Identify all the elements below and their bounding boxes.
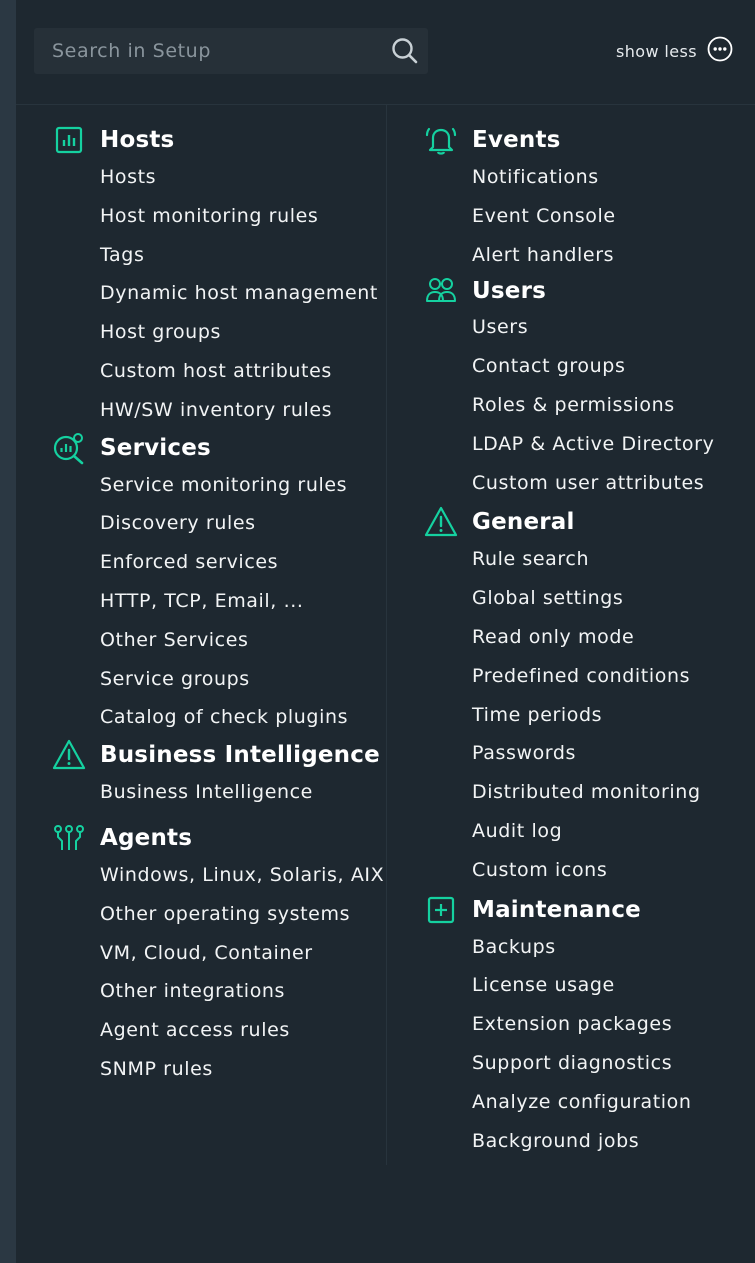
menu-item-vm-cloud-container[interactable]: VM, Cloud, Container bbox=[52, 934, 386, 973]
menu-item-background-jobs[interactable]: Background jobs bbox=[424, 1122, 755, 1161]
section-title: Agents bbox=[100, 824, 193, 851]
section-title: Users bbox=[472, 278, 546, 305]
menu-item-host-monitoring-rules[interactable]: Host monitoring rules bbox=[52, 197, 386, 236]
show-less-label: show less bbox=[616, 41, 697, 61]
section-title: Maintenance bbox=[472, 896, 641, 923]
setup-search-bar: show less bbox=[16, 0, 755, 105]
menu-item-tags[interactable]: Tags bbox=[52, 236, 386, 275]
menu-item-predefined-conditions[interactable]: Predefined conditions bbox=[424, 657, 755, 696]
section-events: Events Notifications Event Console Alert… bbox=[424, 122, 755, 274]
menu-item-host-groups[interactable]: Host groups bbox=[52, 313, 386, 352]
menu-item-hw-sw-inventory-rules[interactable]: HW/SW inventory rules bbox=[52, 391, 386, 430]
section-general: General Rule search Global settings Read… bbox=[424, 504, 755, 889]
menu-item-users[interactable]: Users bbox=[424, 308, 755, 347]
menu-item-rule-search[interactable]: Rule search bbox=[424, 540, 755, 579]
hosts-icon bbox=[52, 123, 86, 157]
section-title: Hosts bbox=[100, 127, 175, 153]
section-header: Maintenance bbox=[424, 892, 755, 928]
menu-item-service-groups[interactable]: Service groups bbox=[52, 660, 386, 699]
menu-item-windows-linux-solaris-aix[interactable]: Windows, Linux, Solaris, AIX bbox=[52, 856, 386, 895]
menu-item-ldap-active-directory[interactable]: LDAP & Active Directory bbox=[424, 425, 755, 464]
menu-item-hosts[interactable]: Hosts bbox=[52, 158, 386, 197]
users-icon bbox=[424, 274, 458, 308]
section-maintenance: Maintenance Backups License usage Extens… bbox=[424, 892, 755, 1161]
setup-menu-panel: show less bbox=[16, 0, 755, 1263]
bell-icon bbox=[424, 123, 458, 157]
menu-item-support-diagnostics[interactable]: Support diagnostics bbox=[424, 1044, 755, 1083]
menu-item-business-intelligence[interactable]: Business Intelligence bbox=[52, 773, 386, 812]
menu-item-agent-access-rules[interactable]: Agent access rules bbox=[52, 1011, 386, 1050]
menu-item-roles-permissions[interactable]: Roles & permissions bbox=[424, 386, 755, 425]
menu-item-service-monitoring-rules[interactable]: Service monitoring rules bbox=[52, 466, 386, 505]
search-box bbox=[34, 27, 428, 75]
right-column: Events Notifications Event Console Alert… bbox=[424, 122, 755, 1160]
services-icon bbox=[52, 431, 86, 465]
warning-triangle-icon bbox=[424, 505, 458, 539]
menu-item-snmp-rules[interactable]: SNMP rules bbox=[52, 1050, 386, 1089]
menu-item-notifications[interactable]: Notifications bbox=[424, 158, 755, 197]
menu-item-global-settings[interactable]: Global settings bbox=[424, 579, 755, 618]
menu-item-license-usage[interactable]: License usage bbox=[424, 966, 755, 1005]
section-hosts: Hosts Hosts Host monitoring rules Tags D… bbox=[52, 122, 386, 430]
more-dots-icon bbox=[707, 36, 733, 66]
section-services: Services Service monitoring rules Discov… bbox=[52, 430, 386, 738]
menu-item-custom-icons[interactable]: Custom icons bbox=[424, 851, 755, 890]
menu-item-extension-packages[interactable]: Extension packages bbox=[424, 1005, 755, 1044]
menu-item-enforced-services[interactable]: Enforced services bbox=[52, 543, 386, 582]
section-users: Users Users Contact groups Roles & permi… bbox=[424, 274, 755, 502]
warning-triangle-icon bbox=[52, 738, 86, 772]
menu-item-discovery-rules[interactable]: Discovery rules bbox=[52, 504, 386, 543]
menu-item-contact-groups[interactable]: Contact groups bbox=[424, 347, 755, 386]
menu-item-backups[interactable]: Backups bbox=[424, 928, 755, 967]
section-header: Users bbox=[424, 274, 755, 308]
menu-item-distributed-monitoring[interactable]: Distributed monitoring bbox=[424, 773, 755, 812]
left-edge-bar bbox=[0, 0, 16, 1263]
section-title: Business Intelligence bbox=[100, 742, 380, 769]
menu-item-dynamic-host-management[interactable]: Dynamic host management bbox=[52, 274, 386, 313]
section-header: Hosts bbox=[52, 122, 386, 158]
menu-item-catalog-of-check-plugins[interactable]: Catalog of check plugins bbox=[52, 698, 386, 737]
menu-item-alert-handlers[interactable]: Alert handlers bbox=[424, 236, 755, 275]
column-divider bbox=[386, 105, 387, 1165]
menu-item-other-integrations[interactable]: Other integrations bbox=[52, 972, 386, 1011]
search-icon[interactable] bbox=[382, 28, 428, 74]
section-business-intelligence: Business Intelligence Business Intellige… bbox=[52, 737, 386, 812]
menu-item-analyze-configuration[interactable]: Analyze configuration bbox=[424, 1083, 755, 1122]
section-title: Services bbox=[100, 434, 211, 461]
menu-item-other-services[interactable]: Other Services bbox=[52, 621, 386, 660]
section-agents: Agents Windows, Linux, Solaris, AIX Othe… bbox=[52, 820, 386, 1089]
section-header: Services bbox=[52, 430, 386, 466]
show-less-toggle[interactable]: show less bbox=[616, 36, 733, 66]
section-header: Agents bbox=[52, 820, 386, 856]
menu-item-custom-user-attributes[interactable]: Custom user attributes bbox=[424, 464, 755, 503]
left-column: Hosts Hosts Host monitoring rules Tags D… bbox=[52, 122, 386, 1089]
menu-item-custom-host-attributes[interactable]: Custom host attributes bbox=[52, 352, 386, 391]
menu-item-read-only-mode[interactable]: Read only mode bbox=[424, 618, 755, 657]
menu-item-http-tcp-email[interactable]: HTTP, TCP, Email, ... bbox=[52, 582, 386, 621]
agents-icon bbox=[52, 821, 86, 855]
section-header: Events bbox=[424, 122, 755, 158]
section-title: Events bbox=[472, 127, 561, 153]
section-header: Business Intelligence bbox=[52, 737, 386, 773]
menu-item-time-periods[interactable]: Time periods bbox=[424, 696, 755, 735]
search-input[interactable] bbox=[34, 27, 382, 75]
section-title: General bbox=[472, 509, 575, 536]
section-header: General bbox=[424, 504, 755, 540]
menu-item-event-console[interactable]: Event Console bbox=[424, 197, 755, 236]
menu-item-audit-log[interactable]: Audit log bbox=[424, 812, 755, 851]
plus-square-icon bbox=[424, 893, 458, 927]
menu-item-other-operating-systems[interactable]: Other operating systems bbox=[52, 895, 386, 934]
menu-item-passwords[interactable]: Passwords bbox=[424, 734, 755, 773]
